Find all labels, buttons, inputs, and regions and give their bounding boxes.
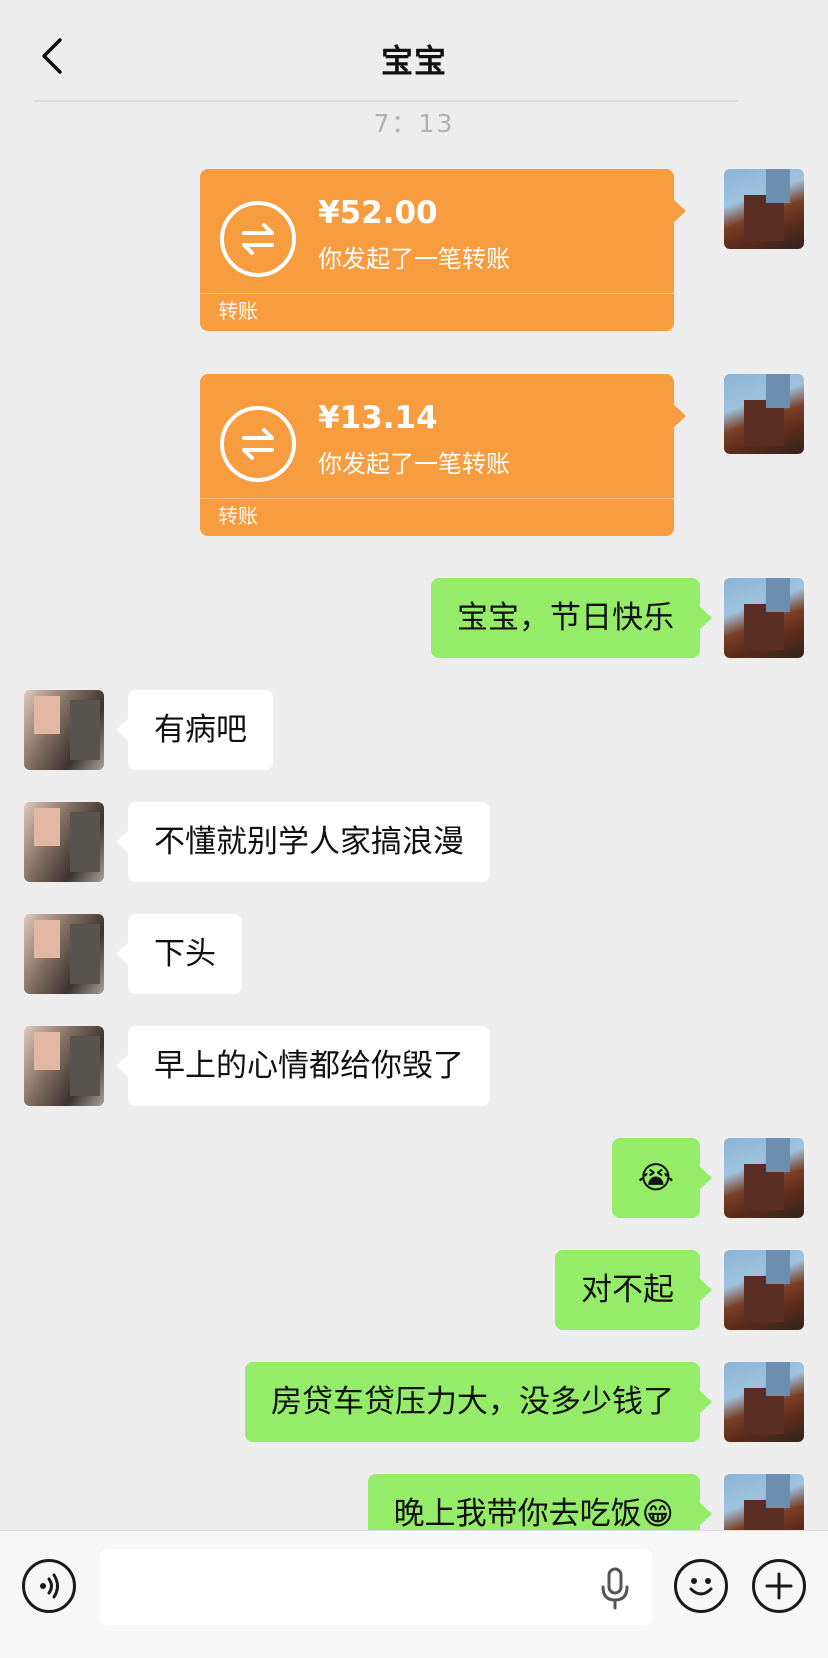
- transfer-description: 你发起了一笔转账: [318, 450, 510, 478]
- transfer-amount: ¥13.14: [318, 400, 438, 436]
- avatar[interactable]: [24, 914, 104, 994]
- message-bubble-received[interactable]: 不懂就别学人家搞浪漫: [116, 802, 490, 882]
- transfer-label: 转账: [218, 299, 258, 323]
- avatar[interactable]: [24, 1026, 104, 1106]
- message-bubble-sent[interactable]: 房贷车贷压力大，没多少钱了: [245, 1362, 712, 1442]
- transfer-amount: ¥52.00: [318, 195, 438, 231]
- message-bubble-sent[interactable]: 😭: [611, 1138, 713, 1218]
- voice-icon: [40, 1573, 59, 1599]
- timestamp: 7：13: [373, 109, 455, 138]
- transfer-icon: [220, 201, 296, 277]
- smiley-icon: [689, 1578, 713, 1596]
- message-bubble-sent[interactable]: 宝宝，节日快乐: [431, 578, 712, 658]
- microphone-icon: [601, 1567, 629, 1610]
- transfer-label: 转账: [218, 504, 258, 528]
- avatar[interactable]: [724, 1362, 804, 1442]
- message-bubble-sent[interactable]: 对不起: [555, 1250, 712, 1330]
- chat-header: 宝宝: [0, 0, 828, 100]
- transfer-icon: [220, 406, 296, 482]
- chat-title: 宝宝: [380, 42, 447, 80]
- voice-button[interactable]: [22, 1559, 76, 1613]
- avatar[interactable]: [724, 169, 804, 249]
- avatar[interactable]: [24, 802, 104, 882]
- transfer-card[interactable]: ¥52.00 你发起了一笔转账 转账: [200, 169, 686, 331]
- avatar[interactable]: [724, 1138, 804, 1218]
- more-button[interactable]: [752, 1559, 806, 1613]
- emoji-button[interactable]: [674, 1559, 728, 1613]
- avatar[interactable]: [724, 374, 804, 454]
- avatar[interactable]: [24, 690, 104, 770]
- message-bubble-received[interactable]: 有病吧: [116, 690, 273, 770]
- input-bar: [0, 1530, 828, 1658]
- avatar[interactable]: [724, 578, 804, 658]
- message-bubble-received[interactable]: 早上的心情都给你毁了: [116, 1026, 490, 1106]
- transfer-description: 你发起了一笔转账: [318, 245, 510, 273]
- message-input[interactable]: [100, 1549, 652, 1625]
- transfer-divider: [200, 498, 674, 499]
- microphone-button[interactable]: [598, 1567, 632, 1611]
- transfer-card[interactable]: ¥13.14 你发起了一笔转账 转账: [200, 374, 686, 536]
- avatar[interactable]: [724, 1250, 804, 1330]
- transfer-divider: [200, 293, 674, 294]
- header-divider: [34, 100, 738, 102]
- message-bubble-received[interactable]: 下头: [116, 914, 242, 994]
- plus-icon: [765, 1572, 793, 1600]
